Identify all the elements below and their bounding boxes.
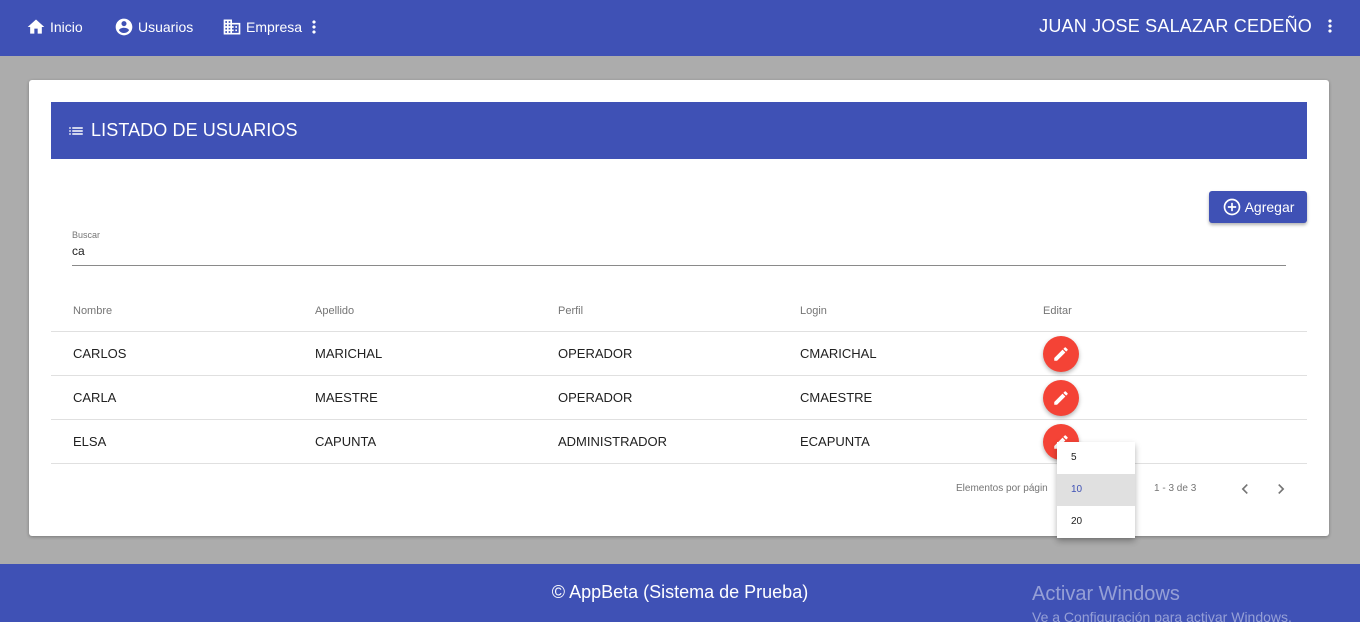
list-icon	[69, 126, 83, 135]
card-header: LISTADO DE USUARIOS	[51, 102, 1307, 159]
cell-nombre: CARLOS	[73, 346, 127, 361]
search-label: Buscar	[72, 230, 101, 240]
cell-nombre: CARLA	[73, 390, 117, 405]
nav-usuarios-label: Usuarios	[138, 19, 194, 35]
user-menu-button[interactable]	[1320, 16, 1340, 36]
windows-activation-subtitle: Ve a Configuración para activar Windows.	[1032, 609, 1292, 622]
cell-apellido: MAESTRE	[315, 390, 378, 405]
nav-inicio[interactable]: Inicio	[26, 16, 83, 38]
table-header-row: Nombre Apellido Perfil Login Editar	[51, 288, 1307, 332]
cell-perfil: OPERADOR	[558, 390, 633, 405]
chevron-left-icon	[1241, 484, 1248, 494]
table-row: CARLA MAESTRE OPERADOR CMAESTRE	[51, 376, 1307, 420]
add-user-button[interactable]: Agregar	[1209, 191, 1307, 223]
column-header-nombre[interactable]: Nombre	[73, 288, 112, 332]
search-field[interactable]: Buscar	[72, 228, 1286, 266]
account-circle-icon	[115, 18, 133, 36]
cell-login: ECAPUNTA	[800, 434, 870, 449]
edit-button[interactable]	[1043, 380, 1079, 416]
users-table: Nombre Apellido Perfil Login Editar CARL…	[51, 288, 1307, 464]
cell-nombre: ELSA	[73, 434, 107, 449]
next-page-button[interactable]	[1271, 479, 1291, 499]
nav-empresa-label: Empresa	[246, 19, 303, 35]
windows-activation-title: Activar Windows	[1032, 583, 1180, 605]
search-input[interactable]	[72, 244, 1286, 258]
footer: © AppBeta (Sistema de Prueba) Activar Wi…	[0, 564, 1360, 622]
top-toolbar: Inicio Usuarios Empresa JUAN JOSE SALAZA…	[0, 0, 1360, 56]
business-icon	[223, 19, 241, 35]
column-header-login[interactable]: Login	[800, 288, 827, 332]
cell-perfil: OPERADOR	[558, 346, 633, 361]
page-size-dropdown: 5 10 20	[1057, 442, 1135, 538]
table-row: CARLOS MARICHAL OPERADOR CMARICHAL	[51, 332, 1307, 376]
more-vert-icon[interactable]	[304, 17, 324, 37]
more-vert-icon	[1328, 19, 1332, 33]
cell-perfil: ADMINISTRADOR	[558, 434, 668, 449]
edit-button[interactable]	[1043, 336, 1079, 372]
page-title: LISTADO DE USUARIOS	[91, 120, 298, 140]
column-header-perfil[interactable]: Perfil	[558, 288, 583, 332]
home-icon	[27, 19, 45, 34]
add-circle-icon	[1223, 198, 1240, 216]
page-size-option-selected[interactable]: 10	[1057, 474, 1135, 506]
column-header-editar: Editar	[1043, 305, 1072, 317]
page-range-label: 1 - 3 de 3	[1154, 483, 1197, 494]
items-per-page-label: Elementos por págin	[956, 483, 1048, 494]
edit-pencil-icon	[1054, 391, 1068, 405]
user-name: JUAN JOSE SALAZAR CEDEÑO	[1039, 16, 1312, 36]
cell-apellido: MARICHAL	[315, 346, 383, 361]
cell-login: CMAESTRE	[800, 390, 873, 405]
page-size-option[interactable]: 20	[1057, 506, 1135, 538]
add-user-label: Agregar	[1244, 199, 1295, 215]
nav-empresa[interactable]: Empresa	[222, 16, 324, 38]
cell-apellido: CAPUNTA	[315, 434, 377, 449]
edit-pencil-icon	[1054, 347, 1068, 361]
page-size-option[interactable]: 5	[1057, 442, 1135, 474]
previous-page-button[interactable]	[1235, 479, 1255, 499]
nav-usuarios[interactable]: Usuarios	[114, 16, 193, 38]
cell-login: CMARICHAL	[800, 346, 877, 361]
chevron-right-icon	[1278, 484, 1285, 494]
nav-inicio-label: Inicio	[50, 19, 83, 35]
column-header-apellido[interactable]: Apellido	[315, 288, 354, 332]
